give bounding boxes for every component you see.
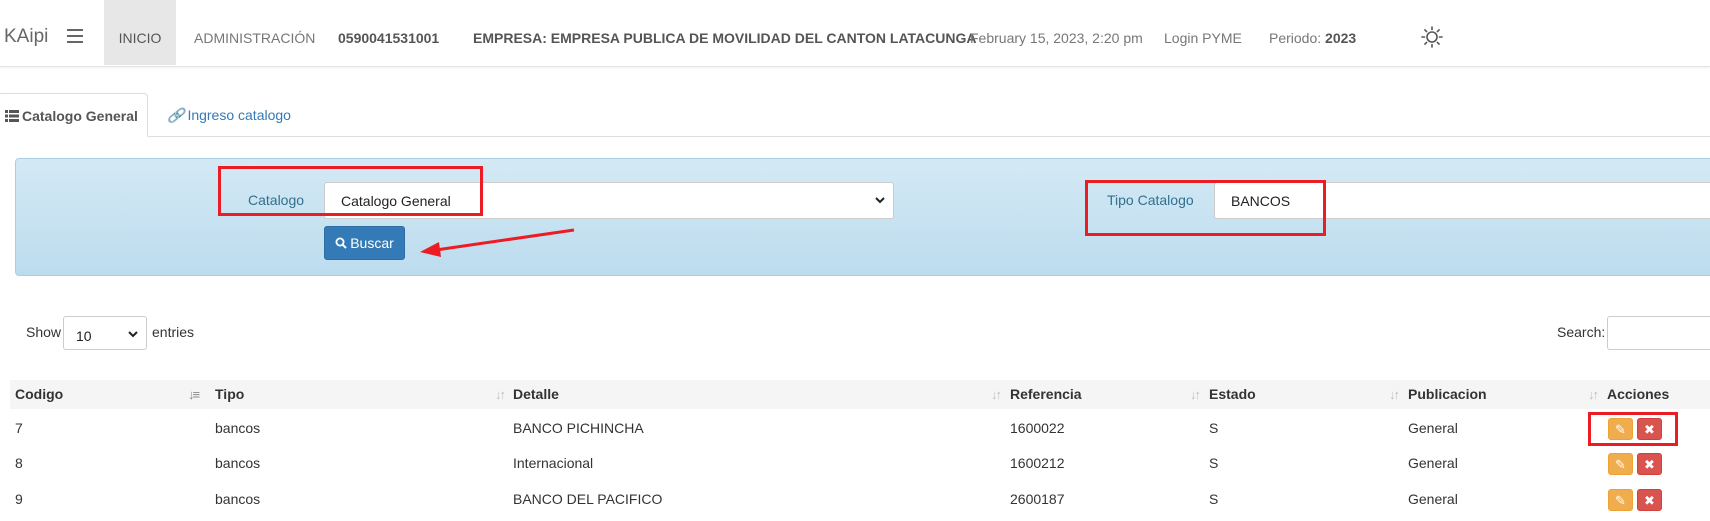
nav-periodo[interactable]: Periodo: 2023: [1269, 0, 1356, 65]
periodo-label: Periodo:: [1269, 30, 1322, 46]
tab-label: Ingreso catalogo: [187, 107, 291, 123]
list-icon: [5, 110, 19, 122]
annotation-box-tipo-catalogo: [1085, 180, 1326, 236]
search-input[interactable]: [1607, 316, 1710, 350]
column-header-detalle[interactable]: Detalle: [513, 380, 559, 409]
tab-catalogo-general[interactable]: Catalogo General: [0, 93, 148, 137]
chevron-down-icon: [128, 331, 138, 338]
menu-icon[interactable]: [67, 29, 83, 43]
tab-bar: Catalogo General 🔗 Ingreso catalogo: [0, 93, 1710, 137]
tab-label: Catalogo General: [22, 108, 138, 124]
table-row: 9 bancos BANCO DEL PACIFICO 2600187 S Ge…: [10, 481, 1710, 517]
cell-codigo: 9: [15, 491, 23, 507]
sun-icon[interactable]: [1421, 26, 1443, 48]
column-header-tipo[interactable]: Tipo: [215, 380, 244, 409]
column-header-estado[interactable]: Estado: [1209, 380, 1256, 409]
table-row: 8 bancos Internacional 1600212 S General…: [10, 445, 1710, 481]
delete-icon[interactable]: ✖: [1637, 489, 1662, 511]
tab-ingreso-catalogo[interactable]: 🔗 Ingreso catalogo: [167, 93, 291, 137]
edit-icon[interactable]: ✎: [1608, 418, 1633, 440]
cell-detalle: BANCO PICHINCHA: [513, 420, 644, 436]
cell-estado: S: [1209, 420, 1219, 436]
nav-inicio[interactable]: INICIO: [104, 0, 176, 65]
cell-publicacion: General: [1408, 420, 1458, 436]
cell-publicacion: General: [1408, 455, 1458, 471]
cell-tipo: bancos: [215, 420, 261, 436]
sort-icon[interactable]: ↓↑: [1190, 380, 1201, 409]
cell-tipo: bancos: [215, 455, 261, 471]
nav-empresa[interactable]: EMPRESA: EMPRESA PUBLICA DE MOVILIDAD DE…: [473, 0, 977, 65]
annotation-box-catalogo: [218, 166, 483, 216]
cell-detalle: BANCO DEL PACIFICO: [513, 491, 663, 507]
sort-desc-icon[interactable]: ↓≡: [188, 380, 200, 409]
cell-estado: S: [1209, 491, 1219, 507]
cell-referencia: 2600187: [1010, 491, 1065, 507]
sort-icon[interactable]: ↓↑: [991, 380, 1002, 409]
nav-ruc[interactable]: 0590041531001: [338, 0, 439, 65]
cell-detalle: Internacional: [513, 455, 594, 471]
column-header-codigo[interactable]: Codigo: [15, 380, 63, 409]
edit-icon[interactable]: ✎: [1608, 489, 1633, 511]
cell-codigo: 8: [15, 455, 23, 471]
sort-icon[interactable]: ↓↑: [495, 380, 506, 409]
cell-codigo: 7: [15, 420, 23, 436]
sort-icon[interactable]: ↓↑: [1588, 380, 1599, 409]
cell-publicacion: General: [1408, 491, 1458, 507]
delete-icon[interactable]: ✖: [1637, 453, 1662, 475]
cell-referencia: 1600022: [1010, 420, 1065, 436]
column-header-acciones: Acciones: [1607, 386, 1670, 402]
column-header-referencia[interactable]: Referencia: [1010, 380, 1082, 409]
entries-select[interactable]: 10: [63, 316, 147, 350]
cell-estado: S: [1209, 455, 1219, 471]
cell-tipo: bancos: [215, 491, 261, 507]
nav-login[interactable]: Login PYME: [1164, 0, 1242, 65]
table-header: Codigo ↓≡ Tipo ↓↑ Detalle ↓↑ Referencia …: [10, 380, 1710, 409]
sort-icon[interactable]: ↓↑: [1389, 380, 1400, 409]
top-navbar: KAipi INICIO ADMINISTRACIÓN 059004153100…: [0, 0, 1710, 67]
edit-icon[interactable]: ✎: [1608, 453, 1633, 475]
entries-label: entries: [152, 324, 195, 340]
nav-date: February 15, 2023, 2:20 pm: [970, 30, 1143, 46]
periodo-value: 2023: [1325, 30, 1357, 46]
delete-icon[interactable]: ✖: [1637, 418, 1662, 440]
cell-referencia: 1600212: [1010, 455, 1065, 471]
link-icon: 🔗: [167, 107, 185, 123]
search-label: Search:: [1557, 324, 1606, 340]
brand-logo[interactable]: KAipi: [4, 26, 48, 48]
buscar-button[interactable]: Buscar: [324, 226, 405, 260]
search-icon: [335, 237, 347, 249]
column-header-publicacion[interactable]: Publicacion: [1408, 380, 1487, 409]
buscar-label: Buscar: [350, 235, 394, 251]
entries-value: 10: [76, 328, 92, 344]
show-label: Show: [26, 324, 62, 340]
table-row: 7 bancos BANCO PICHINCHA 1600022 S Gener…: [10, 410, 1710, 446]
chevron-down-icon: [875, 197, 885, 204]
nav-administracion[interactable]: ADMINISTRACIÓN: [194, 0, 315, 65]
